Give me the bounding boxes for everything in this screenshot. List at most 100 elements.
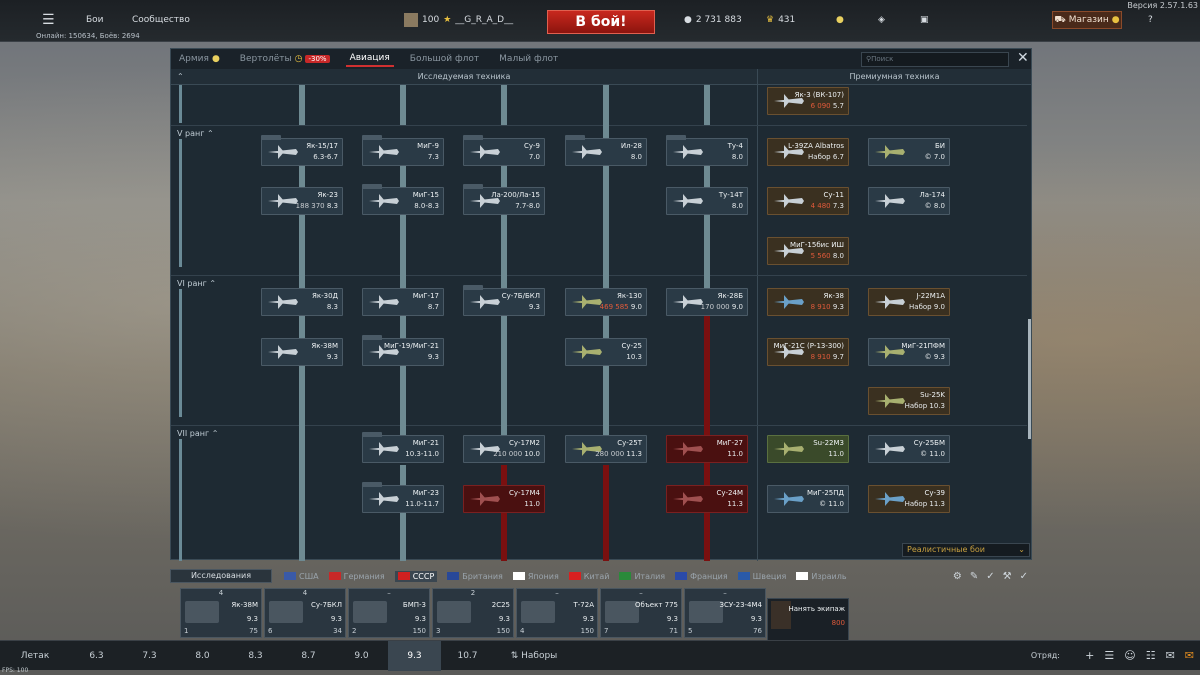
crew-slot[interactable]: 4 Су-7БКЛ 9.3 6 34 bbox=[264, 588, 346, 638]
tab-helicopters[interactable]: Вертолёты ◷ -30% bbox=[236, 52, 334, 66]
vehicle-card[interactable]: Су-17М2 210 000 10.0 bbox=[463, 435, 545, 463]
premium-vehicle-card[interactable]: МиГ-21ПФМ © 9.3 bbox=[868, 338, 950, 366]
vehicle-card[interactable]: МиГ-15 8.0-8.3 bbox=[362, 184, 444, 215]
nation-tab[interactable]: Китай bbox=[568, 571, 609, 582]
shop-button[interactable]: ⛟ Магазин ● bbox=[1052, 11, 1122, 29]
lightbulb-icon[interactable]: ● bbox=[836, 8, 844, 32]
friends-icon[interactable]: ☺ bbox=[1124, 649, 1135, 662]
premium-vehicle-card[interactable]: Su-22M3 11.0 bbox=[767, 435, 849, 463]
vehicle-card[interactable]: Ту-14Т 8.0 bbox=[666, 187, 748, 215]
vehicle-card[interactable]: Су-17М4 11.0 bbox=[463, 485, 545, 513]
vehicle-card[interactable]: МиГ-27 11.0 bbox=[666, 435, 748, 463]
nation-tab[interactable]: Британия bbox=[447, 571, 503, 582]
crew-slot[interactable]: 4 Як-38М 9.3 1 75 bbox=[180, 588, 262, 638]
close-icon[interactable]: ✕ bbox=[1017, 50, 1029, 66]
tab-coastal-fleet[interactable]: Малый флот bbox=[495, 52, 562, 66]
vehicle-card[interactable]: Як-28Б 170 000 9.0 bbox=[666, 288, 748, 316]
vehicle-card[interactable]: Як-30Д 8.3 bbox=[261, 288, 343, 316]
vehicle-card[interactable]: Як-15/17 6.3-6.7 bbox=[261, 135, 343, 166]
list-icon[interactable]: ☰ bbox=[1104, 649, 1114, 662]
community-menu[interactable]: Сообщество bbox=[132, 8, 190, 32]
help-button[interactable]: ? bbox=[1148, 8, 1153, 32]
gear-icon[interactable]: ⚙ bbox=[953, 571, 962, 582]
nation-tab[interactable]: Швеция bbox=[737, 571, 786, 582]
collapse-icon[interactable]: ⌃ bbox=[177, 69, 184, 85]
br-tab[interactable]: 9.3 bbox=[388, 640, 441, 671]
crew-slot[interactable]: 2 2С25 9.3 3 150 bbox=[432, 588, 514, 638]
researched-header[interactable]: ⌃ Исследуемая техника bbox=[171, 69, 757, 85]
nation-tab[interactable]: СССР bbox=[394, 570, 438, 582]
vehicle-card[interactable]: Ла-200/Ла-15 7.7-8.0 bbox=[463, 184, 545, 215]
br-tab[interactable]: 8.3 bbox=[229, 641, 282, 671]
check-icon[interactable]: ✓ bbox=[986, 571, 994, 582]
crew-slot[interactable]: – БМП-3 9.3 2 150 bbox=[348, 588, 430, 638]
plus-icon[interactable]: + bbox=[1085, 649, 1094, 662]
vehicle-card[interactable]: МиГ-9 7.3 bbox=[362, 135, 444, 166]
premium-vehicle-card[interactable]: Як-38 8 910 9.3 bbox=[767, 288, 849, 316]
crew-slot[interactable]: – Т-72А 9.3 4 150 bbox=[516, 588, 598, 638]
golden-eagles[interactable]: ♛ 431 bbox=[766, 8, 795, 32]
br-tab[interactable]: 10.7 bbox=[441, 641, 494, 671]
sets-button[interactable]: ⇅ Наборы bbox=[494, 641, 574, 671]
crew-slot[interactable]: – Объект 775 9.3 7 71 bbox=[600, 588, 682, 638]
vehicle-card[interactable]: Як-23 188 370 8.3 bbox=[261, 187, 343, 215]
chat-icon[interactable]: ✉ bbox=[1166, 649, 1175, 662]
nation-tab[interactable]: Франция bbox=[675, 571, 728, 582]
premium-vehicle-card[interactable]: Ла-174 © 8.0 bbox=[868, 187, 950, 215]
premium-vehicle-card[interactable]: БИ © 7.0 bbox=[868, 138, 950, 166]
repair-icon[interactable]: ⚒ bbox=[1003, 571, 1012, 582]
nation-tab[interactable]: США bbox=[284, 571, 319, 582]
search-input[interactable]: ⚲Поиск bbox=[861, 52, 1009, 67]
premium-vehicle-card[interactable]: МиГ-25ПД © 11.0 bbox=[767, 485, 849, 513]
vehicle-card[interactable]: Ту-4 8.0 bbox=[666, 135, 748, 166]
br-tab[interactable]: 8.0 bbox=[176, 641, 229, 671]
wrench-icon[interactable]: ✎ bbox=[970, 571, 978, 582]
vehicle-card[interactable]: Ил-28 8.0 bbox=[565, 135, 647, 166]
vehicle-card[interactable]: Су-24М 11.3 bbox=[666, 485, 748, 513]
premium-vehicle-card[interactable]: МиГ-15бис ИШ 5 560 8.0 bbox=[767, 237, 849, 265]
premium-vehicle-card[interactable]: Су-39 Набор 11.3 bbox=[868, 485, 950, 513]
mail-icon[interactable]: ✉ bbox=[1185, 649, 1194, 662]
nation-tab[interactable]: Германия bbox=[328, 571, 385, 582]
nation-tab[interactable]: Италия bbox=[619, 571, 665, 582]
br-tab[interactable]: 6.3 bbox=[70, 641, 123, 671]
battlepass-icon[interactable]: ◈ bbox=[878, 8, 885, 32]
player-info[interactable]: 100 ★ __G_R_A_D__ bbox=[404, 8, 513, 32]
vehicle-card[interactable]: Як-130 469 585 9.0 bbox=[565, 288, 647, 316]
battles-menu[interactable]: Бои bbox=[86, 8, 104, 32]
br-tab[interactable]: 7.3 bbox=[123, 641, 176, 671]
contacts-icon[interactable]: ☷ bbox=[1146, 649, 1156, 662]
premium-vehicle-card[interactable]: Як-3 (ВК-107) 6 090 5.7 bbox=[767, 87, 849, 115]
br-tab[interactable]: 8.7 bbox=[282, 641, 335, 671]
vehicle-card[interactable]: Су-9 7.0 bbox=[463, 135, 545, 166]
menu-icon[interactable]: ☰ bbox=[42, 8, 55, 32]
vehicle-card[interactable]: МиГ-21 10.3-11.0 bbox=[362, 432, 444, 463]
premium-vehicle-card[interactable]: МиГ-21С (Р-13-300) 8 910 9.7 bbox=[767, 338, 849, 366]
check-icon[interactable]: ✓ bbox=[1020, 571, 1028, 582]
vehicle-card[interactable]: МиГ-23 11.0-11.7 bbox=[362, 482, 444, 513]
research-button[interactable]: Исследования bbox=[170, 569, 272, 583]
vehicle-card[interactable]: МиГ-17 8.7 bbox=[362, 288, 444, 316]
silver-lions[interactable]: ● 2 731 883 bbox=[684, 8, 742, 32]
game-mode-select[interactable]: Реалистичные бои ⌄ bbox=[902, 543, 1030, 557]
crew-slot[interactable]: – ЗСУ-23-4М4 9.3 5 76 bbox=[684, 588, 766, 638]
nation-tab[interactable]: Израиль bbox=[796, 571, 847, 582]
premium-vehicle-card[interactable]: Су-11 4 480 7.3 bbox=[767, 187, 849, 215]
br-tab[interactable]: 9.0 bbox=[335, 641, 388, 671]
tab-bluewater-fleet[interactable]: Большой флот bbox=[406, 52, 483, 66]
vehicle-card[interactable]: Су-25Т 280 000 11.3 bbox=[565, 435, 647, 463]
battle-button[interactable]: В бой! bbox=[547, 10, 655, 34]
tab-aviation[interactable]: Авиация bbox=[345, 51, 394, 67]
vehicle-card[interactable]: Су-7Б/БКЛ 9.3 bbox=[463, 285, 545, 316]
vehicle-card[interactable]: Як-38М 9.3 bbox=[261, 338, 343, 366]
vehicle-card[interactable]: Су-25 10.3 bbox=[565, 338, 647, 366]
premium-vehicle-card[interactable]: Су-25БМ © 11.0 bbox=[868, 435, 950, 463]
nation-tab[interactable]: Япония bbox=[512, 571, 559, 582]
premium-vehicle-card[interactable]: Su-25K Набор 10.3 bbox=[868, 387, 950, 415]
scrollbar[interactable] bbox=[1028, 319, 1031, 439]
tab-army[interactable]: Армия ● bbox=[175, 52, 224, 66]
premium-vehicle-card[interactable]: L-39ZA Albatros Набор 6.7 bbox=[767, 138, 849, 166]
ticket-icon[interactable]: ▣ bbox=[920, 8, 929, 32]
vehicle-card[interactable]: МиГ-19/МиГ-21 9.3 bbox=[362, 335, 444, 366]
premium-vehicle-card[interactable]: J-22M1A Набор 9.0 bbox=[868, 288, 950, 316]
